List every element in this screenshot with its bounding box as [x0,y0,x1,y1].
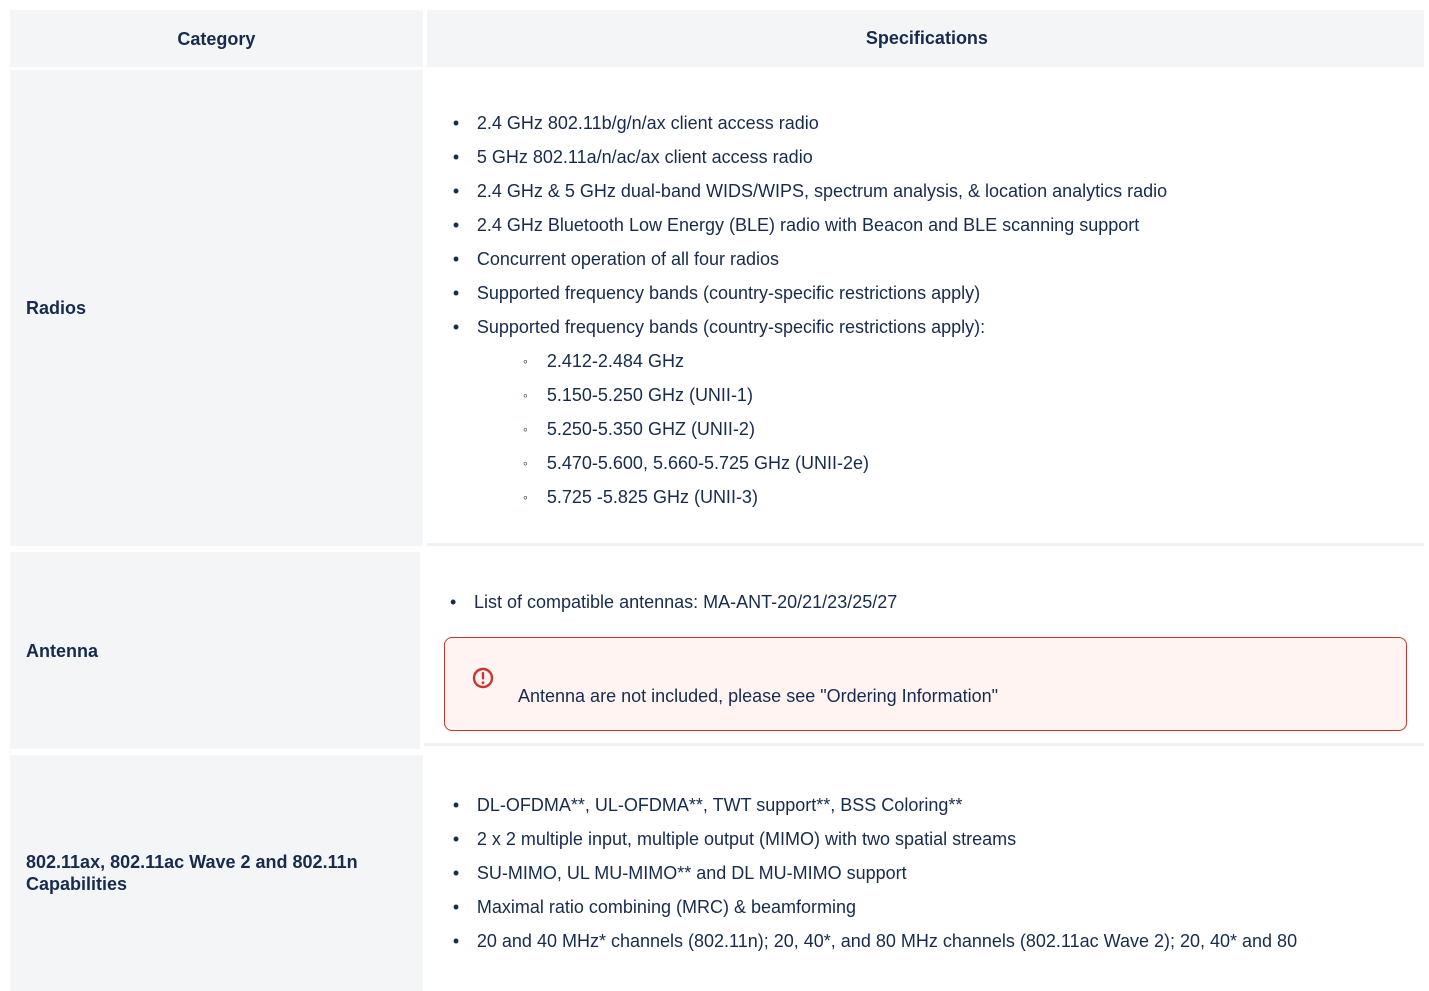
capabilities-list: DL-OFDMA**, UL-OFDMA**, TWT support**, B… [447,788,1407,958]
list-item: 2.4 GHz & 5 GHz dual-band WIDS/WIPS, spe… [447,174,1407,208]
sub-list-item: 5.470-5.600, 5.660-5.725 GHz (UNII-2e) [477,446,1407,480]
antenna-list: List of compatible antennas: MA-ANT-20/2… [444,585,1407,619]
sub-list-item: 5.150-5.250 GHz (UNII-1) [477,378,1407,412]
header-specifications: Specifications [426,10,1424,67]
list-item: 2.4 GHz Bluetooth Low Energy (BLE) radio… [447,208,1407,242]
table-header-row: Category Specifications [10,10,1424,67]
sub-list-item: 5.250-5.350 GHZ (UNII-2) [477,412,1407,446]
list-item: Supported frequency bands (country-speci… [447,310,1407,514]
list-item: 2 x 2 multiple input, multiple output (M… [447,822,1407,856]
list-item: 20 and 40 MHz* channels (802.11n); 20, 4… [447,924,1407,958]
table-row-radios: Radios 2.4 GHz 802.11b/g/n/ax client acc… [10,70,1424,546]
warning-circle-icon [472,667,494,689]
table-row-capabilities: 802.11ax, 802.11ac Wave 2 and 802.11n Ca… [10,752,1424,991]
list-item: Supported frequency bands (country-speci… [447,276,1407,310]
spec-table: Category Specifications Radios 2.4 GHz 8… [10,10,1424,991]
list-item: DL-OFDMA**, UL-OFDMA**, TWT support**, B… [447,788,1407,822]
category-radios: Radios [10,70,423,546]
spec-antenna: List of compatible antennas: MA-ANT-20/2… [424,549,1424,746]
list-item: 5 GHz 802.11a/n/ac/ax client access radi… [447,140,1407,174]
spec-capabilities: DL-OFDMA**, UL-OFDMA**, TWT support**, B… [426,752,1424,988]
list-item: Concurrent operation of all four radios [447,242,1407,276]
list-item: SU-MIMO, UL MU-MIMO** and DL MU-MIMO sup… [447,856,1407,890]
frequency-bands-list: 2.412-2.484 GHz 5.150-5.250 GHz (UNII-1)… [477,344,1407,514]
table-row-antenna: Antenna List of compatible antennas: MA-… [10,549,1424,749]
list-item-text: Supported frequency bands (country-speci… [476,317,986,337]
category-capabilities: 802.11ax, 802.11ac Wave 2 and 802.11n Ca… [10,755,423,991]
header-category: Category [10,10,423,67]
list-item: 2.4 GHz 802.11b/g/n/ax client access rad… [447,106,1407,140]
list-item: List of compatible antennas: MA-ANT-20/2… [444,585,1407,619]
list-item: Maximal ratio combining (MRC) & beamform… [447,890,1407,924]
sub-list-item: 2.412-2.484 GHz [477,344,1407,378]
notice-text: Antenna are not included, please see "Or… [518,686,999,706]
sub-list-item: 5.725 -5.825 GHz (UNII-3) [477,480,1407,514]
radios-list: 2.4 GHz 802.11b/g/n/ax client access rad… [447,106,1407,514]
category-antenna: Antenna [10,552,420,749]
spec-radios: 2.4 GHz 802.11b/g/n/ax client access rad… [426,70,1424,546]
warning-notice: Antenna are not included, please see "Or… [444,637,1407,731]
